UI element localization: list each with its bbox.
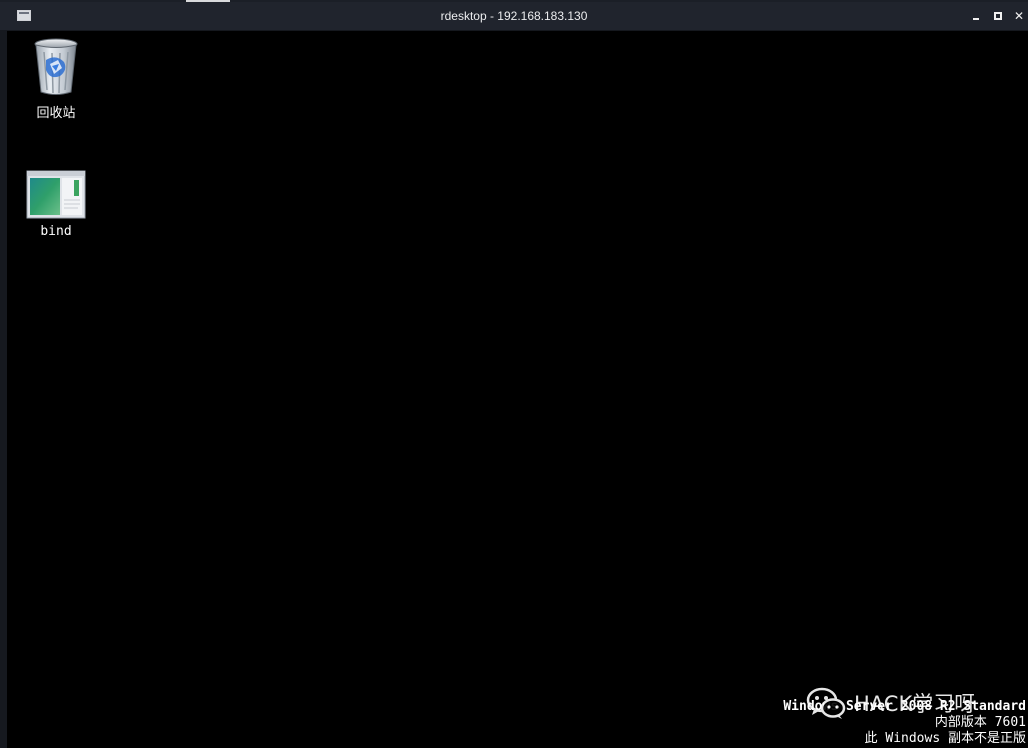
watermark-genuine-notice: 此 Windows 副本不是正版 — [864, 731, 1026, 746]
wechat-overlay: HACK学习呀 — [806, 686, 975, 720]
application-window-icon — [26, 170, 86, 220]
close-button[interactable]: ✕ — [1013, 10, 1025, 22]
close-icon: ✕ — [1013, 9, 1025, 23]
remote-desktop-area[interactable]: 回收站 bind — [7, 31, 1028, 748]
recycle-bin-label: 回收站 — [36, 106, 76, 121]
minimize-icon — [973, 18, 979, 20]
desktop-icon-recycle-bin[interactable]: 回收站 — [16, 36, 96, 121]
maximize-icon — [994, 12, 1002, 20]
minimize-button[interactable] — [970, 10, 982, 22]
overlay-text: HACK学习呀 — [854, 692, 976, 716]
title-bar[interactable]: rdesktop - 192.168.183.130 ✕ — [0, 2, 1028, 31]
rdesktop-window: rdesktop - 192.168.183.130 ✕ 回收站 bind Wi… — [0, 0, 1028, 748]
window-title: rdesktop - 192.168.183.130 — [440, 9, 588, 23]
desktop-icon-bind[interactable]: bind — [16, 170, 96, 239]
maximize-button[interactable] — [992, 10, 1004, 22]
wechat-icon — [806, 687, 846, 719]
bind-label: bind — [40, 224, 72, 239]
recycle-bin-icon — [32, 36, 80, 98]
window-left-border — [0, 30, 7, 748]
